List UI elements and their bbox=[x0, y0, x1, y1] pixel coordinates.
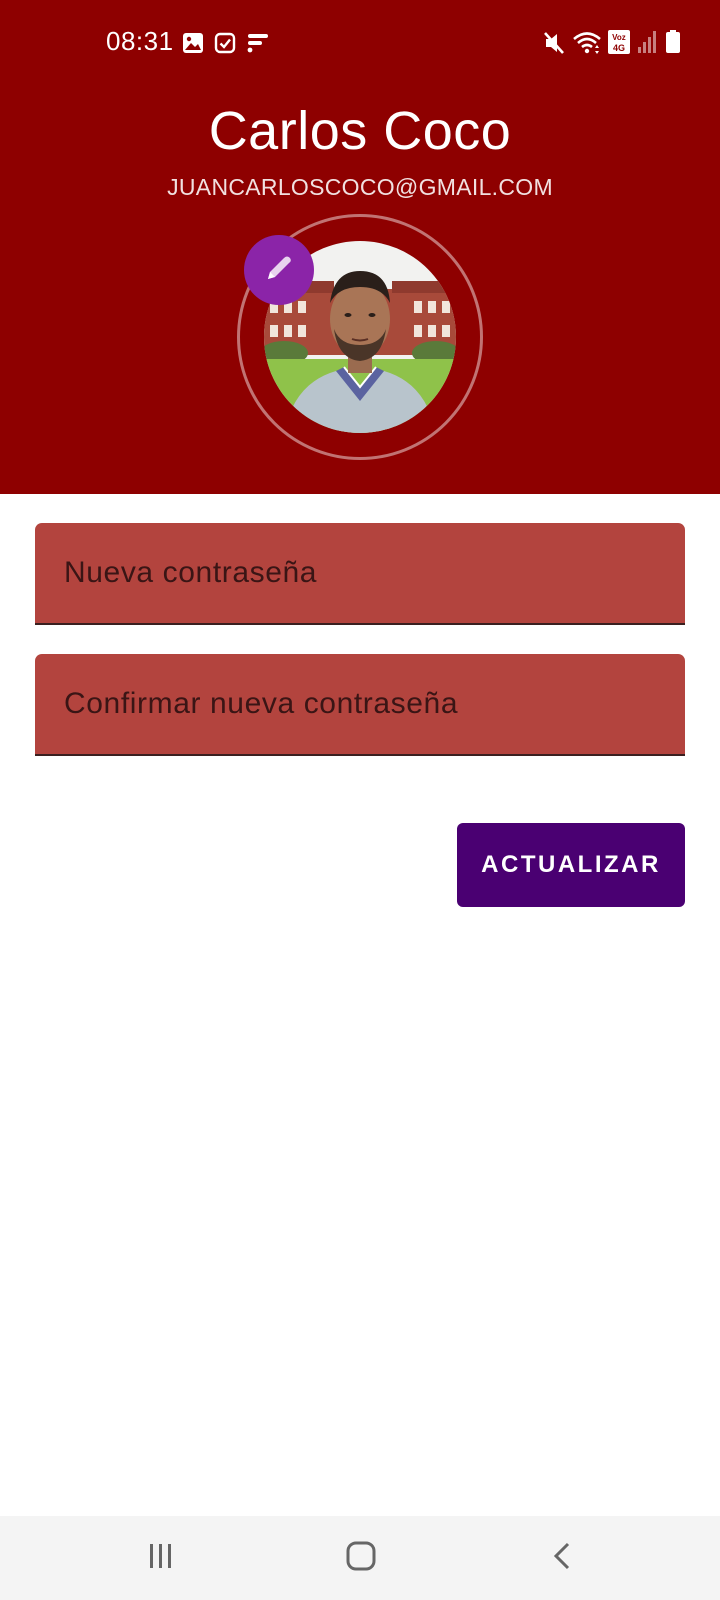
status-bar: 08:31 Voz 4G bbox=[0, 0, 720, 88]
pencil-icon bbox=[262, 251, 296, 290]
profile-email: JUANCARLOSCOCO@GMAIL.COM bbox=[167, 174, 553, 200]
volte-icon: Voz 4G bbox=[608, 30, 630, 59]
svg-text:Voz: Voz bbox=[612, 33, 626, 42]
recents-icon bbox=[146, 1541, 176, 1576]
status-time: 08:31 bbox=[106, 26, 174, 56]
svg-text:4G: 4G bbox=[613, 43, 625, 53]
new-password-field[interactable] bbox=[35, 523, 685, 625]
recents-button[interactable] bbox=[131, 1536, 191, 1580]
update-button[interactable]: ACTUALIZAR bbox=[457, 823, 685, 907]
confirm-password-field[interactable] bbox=[35, 654, 685, 756]
edit-avatar-button[interactable] bbox=[244, 235, 314, 305]
home-button[interactable] bbox=[331, 1536, 391, 1580]
signal-icon bbox=[637, 30, 657, 59]
home-icon bbox=[345, 1540, 377, 1577]
new-password-input[interactable] bbox=[35, 523, 685, 623]
confirm-password-input[interactable] bbox=[35, 654, 685, 754]
back-icon bbox=[548, 1541, 578, 1576]
battery-icon bbox=[665, 30, 681, 59]
back-button[interactable] bbox=[533, 1536, 593, 1580]
feed-icon bbox=[246, 32, 270, 59]
navigation-bar bbox=[0, 1516, 720, 1600]
wifi-icon bbox=[572, 30, 602, 61]
check-square-icon bbox=[214, 32, 236, 59]
profile-header: 08:31 Voz 4G Carlos Coco JUANCARLOSCOCO@… bbox=[0, 0, 720, 494]
image-icon bbox=[182, 32, 204, 59]
profile-name: Carlos Coco bbox=[208, 101, 512, 161]
mute-icon bbox=[542, 30, 566, 61]
